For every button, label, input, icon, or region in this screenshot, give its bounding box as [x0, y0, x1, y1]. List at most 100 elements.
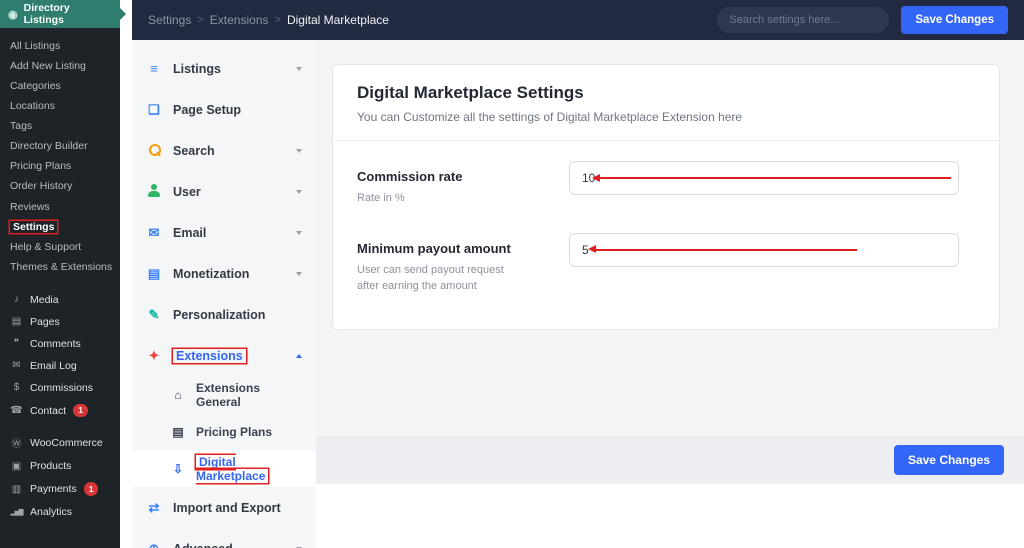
admin-sidebar-submenu: All Listings Add New Listing Categories … — [0, 28, 120, 283]
main-column: Settings > Extensions > Digital Marketpl… — [120, 0, 1024, 548]
settings-nav-item-extensions-general[interactable]: ⌂ Extensions General — [132, 376, 316, 413]
sidebar-item-reviews[interactable]: Reviews — [0, 197, 120, 217]
sidebar-item-directory-builder[interactable]: Directory Builder — [0, 136, 120, 156]
admin-sidebar: ◉ Directory Listings All Listings Add Ne… — [0, 0, 120, 548]
nav-label: Pricing Plans — [196, 425, 302, 439]
email-log-icon: ✉ — [10, 360, 23, 371]
sidebar-item-order-history[interactable]: Order History — [0, 176, 120, 196]
sidebar-item-media[interactable]: ♪ Media — [0, 289, 120, 311]
contact-count-badge: 1 — [73, 404, 88, 418]
settings-nav-item-import-export[interactable]: ⇄ Import and Export — [132, 487, 316, 528]
media-icon: ♪ — [10, 294, 23, 305]
settings-nav-item-monetization[interactable]: ▤ Monetization — [132, 253, 316, 294]
commission-rate-label: Commission rate — [357, 169, 569, 184]
settings-nav: ≡ Listings ❏ Page Setup Search User — [132, 40, 316, 548]
sidebar-item-all-listings[interactable]: All Listings — [0, 36, 120, 56]
nav-label: Listings — [173, 62, 285, 76]
settings-nav-item-listings[interactable]: ≡ Listings — [132, 48, 316, 89]
commission-rate-input[interactable] — [569, 161, 959, 195]
topbar: Settings > Extensions > Digital Marketpl… — [132, 0, 1024, 40]
nav-label: Personalization — [173, 308, 302, 322]
menu-label: Analytics — [30, 506, 72, 518]
menu-label: Email Log — [30, 360, 77, 372]
breadcrumb-extensions[interactable]: Extensions — [210, 13, 269, 27]
sidebar-item-woocommerce[interactable]: Ⓦ WooCommerce — [0, 430, 120, 455]
sidebar-item-comments[interactable]: ❞ Comments — [0, 333, 120, 355]
sidebar-item-themes-extensions[interactable]: Themes & Extensions — [0, 257, 120, 277]
analytics-icon: ▂▅▇ — [10, 508, 23, 516]
nav-label: Email — [173, 226, 285, 240]
commissions-icon: $ — [10, 382, 23, 393]
products-icon: ▣ — [10, 461, 23, 472]
breadcrumb-settings[interactable]: Settings — [148, 13, 191, 27]
settings-nav-item-email[interactable]: ✉ Email — [132, 212, 316, 253]
minimum-payout-input-wrap — [569, 233, 959, 295]
sidebar-item-products[interactable]: ▣ Products — [0, 455, 120, 477]
search-icon — [146, 143, 162, 159]
nav-label: User — [173, 185, 285, 199]
user-icon — [146, 184, 162, 199]
sidebar-item-commissions[interactable]: $ Commissions — [0, 377, 120, 399]
commission-rate-row: Commission rate Rate in % — [357, 161, 959, 207]
settings-card: Digital Marketplace Settings You can Cus… — [332, 64, 1000, 330]
minimum-payout-input[interactable] — [569, 233, 959, 267]
content-row: ≡ Listings ❏ Page Setup Search User — [132, 40, 1024, 548]
sidebar-item-pages[interactable]: ▤ Pages — [0, 311, 120, 333]
settings-nav-item-advanced[interactable]: ⊕ Advanced — [132, 528, 316, 548]
card-body: Commission rate Rate in % Mi — [333, 141, 999, 329]
settings-nav-item-search[interactable]: Search — [132, 130, 316, 171]
minimum-payout-row: Minimum payout amount User can send payo… — [357, 233, 959, 295]
payments-icon: ▥ — [10, 484, 23, 495]
nav-label: Page Setup — [173, 103, 302, 117]
settings-main: Digital Marketplace Settings You can Cus… — [316, 40, 1024, 548]
pages-icon: ▤ — [10, 316, 23, 327]
app-root: ◉ Directory Listings All Listings Add Ne… — [0, 0, 1024, 548]
comments-icon: ❞ — [10, 338, 23, 349]
sidebar-item-payments[interactable]: ▥ Payments 1 — [0, 477, 120, 501]
sidebar-item-analytics[interactable]: ▂▅▇ Analytics — [0, 501, 120, 523]
minimum-payout-help: User can send payout request after earni… — [357, 263, 525, 295]
settings-nav-item-personalization[interactable]: ✎ Personalization — [132, 294, 316, 335]
extensions-annotation-box: Extensions — [173, 349, 246, 363]
sidebar-item-email-log[interactable]: ✉ Email Log — [0, 355, 120, 377]
sidebar-item-locations[interactable]: Locations — [0, 96, 120, 116]
sidebar-item-pricing-plans[interactable]: Pricing Plans — [0, 156, 120, 176]
monetization-icon: ▤ — [146, 267, 162, 280]
settings-nav-item-page-setup[interactable]: ❏ Page Setup — [132, 89, 316, 130]
settings-nav-item-user[interactable]: User — [132, 171, 316, 212]
sidebar-item-contact[interactable]: ☎ Contact 1 — [0, 399, 120, 423]
breadcrumb-current-page: Digital Marketplace — [287, 13, 389, 27]
sidebar-item-help-support[interactable]: Help & Support — [0, 237, 120, 257]
chevron-up-icon — [296, 354, 302, 358]
sidebar-item-add-new-listing[interactable]: Add New Listing — [0, 56, 120, 76]
sidebar-item-settings[interactable]: Settings — [0, 217, 120, 237]
settings-nav-item-extensions[interactable]: ✦ Extensions — [132, 335, 316, 376]
import-export-icon: ⇄ — [146, 501, 162, 514]
nav-label: Advanced — [173, 542, 285, 548]
woocommerce-icon: Ⓦ — [10, 435, 23, 450]
sidebar-item-categories[interactable]: Categories — [0, 76, 120, 96]
sidebar-item-tags[interactable]: Tags — [0, 116, 120, 136]
email-icon: ✉ — [146, 226, 162, 239]
field-label-column: Minimum payout amount User can send payo… — [357, 233, 569, 295]
save-changes-button-bottom[interactable]: Save Changes — [894, 445, 1004, 475]
commission-rate-input-wrap — [569, 161, 959, 207]
contact-icon: ☎ — [10, 405, 23, 416]
page-background — [316, 484, 1024, 548]
save-changes-button-top[interactable]: Save Changes — [901, 6, 1008, 34]
home-icon: ⌂ — [170, 389, 186, 401]
settings-nav-item-digital-marketplace[interactable]: ⇩ Digital Marketplace — [132, 450, 316, 487]
menu-label: Contact — [30, 405, 66, 417]
settings-nav-item-pricing-plans[interactable]: ▤ Pricing Plans — [132, 413, 316, 450]
pricing-plans-icon: ▤ — [170, 426, 186, 438]
listings-icon: ≡ — [146, 62, 162, 75]
sidebar-title: Directory Listings — [24, 2, 112, 26]
digital-marketplace-annotation-box: Digital Marketplace — [196, 455, 268, 483]
page-setup-icon: ❏ — [146, 103, 162, 116]
settings-search-input[interactable] — [717, 7, 889, 33]
chevron-down-icon — [296, 272, 302, 276]
sidebar-item-directory-listings[interactable]: ◉ Directory Listings — [0, 0, 120, 28]
breadcrumb-separator: > — [197, 14, 203, 26]
menu-label: Products — [30, 460, 71, 472]
menu-label: Pages — [30, 316, 60, 328]
